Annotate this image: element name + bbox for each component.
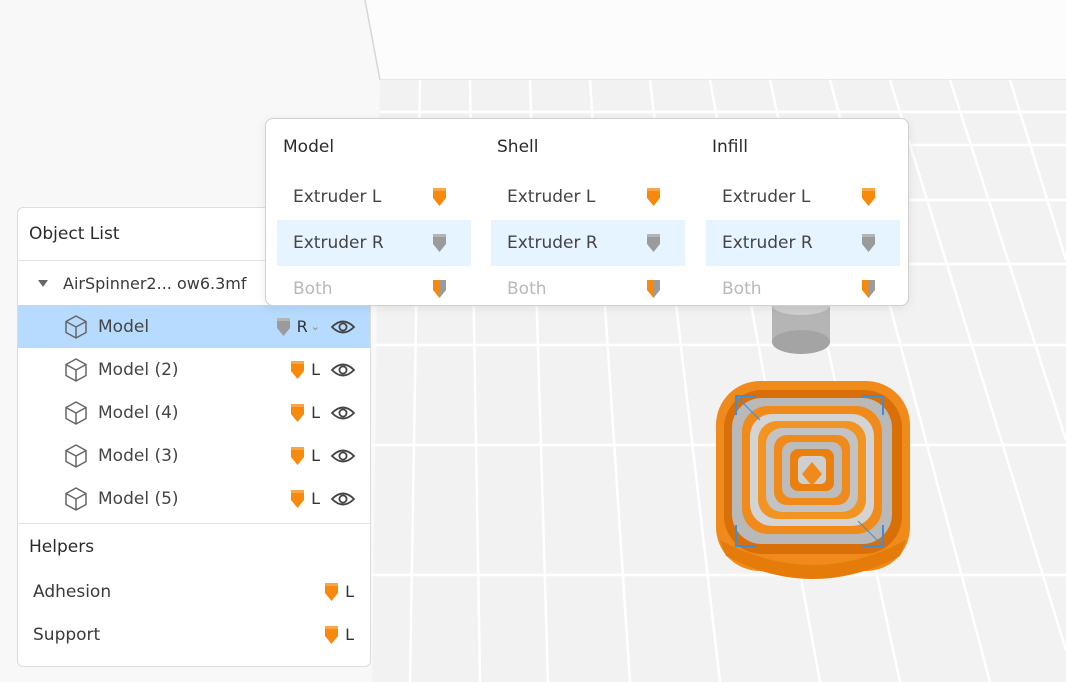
extruder-option[interactable]: Extruder R xyxy=(491,220,685,266)
nozzle-icon xyxy=(291,489,305,508)
air-spinner-model xyxy=(716,381,910,579)
extruder-option[interactable]: Extruder L xyxy=(706,174,900,220)
chevron-down-icon[interactable]: ⌄ xyxy=(311,320,320,333)
cube-icon xyxy=(65,358,87,382)
eye-icon[interactable] xyxy=(330,318,356,336)
extruder-option[interactable]: Both xyxy=(277,266,471,312)
nozzle-icon xyxy=(276,317,290,336)
extruder-letter: L xyxy=(311,489,320,508)
extruder-column: Shell Extruder L Extruder R Both xyxy=(491,119,685,312)
model-name: Model (3) xyxy=(98,445,179,466)
column-title: Model xyxy=(283,137,335,157)
extruder-option[interactable]: Extruder L xyxy=(491,174,685,220)
nozzle-both-icon xyxy=(647,280,660,298)
nozzle-icon xyxy=(291,446,305,465)
nozzle-icon xyxy=(862,188,875,206)
extruder-option[interactable]: Both xyxy=(706,266,900,312)
extruder-letter: L xyxy=(345,582,354,601)
extruder-select[interactable]: L xyxy=(290,489,320,509)
eye-icon[interactable] xyxy=(330,361,356,379)
option-label: Both xyxy=(293,279,333,299)
extruder-letter: L xyxy=(311,403,320,422)
nozzle-icon xyxy=(433,188,446,206)
extruder-column: Model Extruder L Extruder R Both xyxy=(277,119,471,312)
cube-icon xyxy=(65,444,87,468)
extruder-option[interactable]: Extruder R xyxy=(706,220,900,266)
nozzle-icon xyxy=(325,582,339,601)
extruder-select[interactable]: L xyxy=(290,446,320,466)
helper-name: Adhesion xyxy=(33,581,112,602)
extruder-letter: R xyxy=(296,317,308,336)
helpers-title: Helpers xyxy=(18,523,370,570)
eye-icon[interactable] xyxy=(330,447,356,465)
model-row[interactable]: Model (4) L xyxy=(18,391,370,434)
eye-icon[interactable] xyxy=(330,490,356,508)
model-name: Model xyxy=(98,316,150,337)
cube-icon xyxy=(65,487,87,511)
extruder-column: Infill Extruder L Extruder R Both xyxy=(706,119,900,312)
helper-row[interactable]: Support L xyxy=(18,613,370,656)
model-name: Model (2) xyxy=(98,359,179,380)
model-row[interactable]: Model (5) L xyxy=(18,477,370,520)
nozzle-icon xyxy=(325,625,339,644)
cube-icon xyxy=(65,401,87,425)
extruder-popover: Model Extruder L Extruder R Both Shell Extrud… xyxy=(265,118,909,306)
extruder-select[interactable]: L xyxy=(290,360,320,380)
file-name: AirSpinner2... ow6.3mf xyxy=(63,273,247,293)
nozzle-both-icon xyxy=(862,280,875,298)
cube-icon xyxy=(65,315,87,339)
extruder-select[interactable]: L xyxy=(324,582,354,602)
nozzle-icon xyxy=(862,234,875,252)
option-label: Extruder R xyxy=(722,233,813,253)
column-title: Shell xyxy=(497,137,539,157)
extruder-option[interactable]: Both xyxy=(491,266,685,312)
nozzle-icon xyxy=(647,188,660,206)
option-label: Extruder L xyxy=(722,187,811,207)
extruder-letter: L xyxy=(345,625,354,644)
extruder-option[interactable]: Extruder R xyxy=(277,220,471,266)
option-label: Extruder L xyxy=(507,187,596,207)
option-label: Extruder R xyxy=(507,233,598,253)
extruder-letter: L xyxy=(311,446,320,465)
extruder-letter: L xyxy=(311,360,320,379)
option-label: Both xyxy=(722,279,762,299)
model-row[interactable]: Model (2) L xyxy=(18,348,370,391)
column-title: Infill xyxy=(712,137,748,157)
option-label: Both xyxy=(507,279,547,299)
nozzle-icon xyxy=(291,403,305,422)
option-label: Extruder L xyxy=(293,187,382,207)
helper-row[interactable]: Adhesion L xyxy=(18,570,370,613)
nozzle-both-icon xyxy=(433,280,446,298)
model-row[interactable]: Model (3) L xyxy=(18,434,370,477)
model-name: Model (4) xyxy=(98,402,179,423)
option-label: Extruder R xyxy=(293,233,384,253)
nozzle-icon xyxy=(647,234,660,252)
caret-down-icon[interactable] xyxy=(38,279,48,287)
model-name: Model (5) xyxy=(98,488,179,509)
extruder-select[interactable]: R ⌄ xyxy=(276,317,320,337)
extruder-select[interactable]: L xyxy=(290,403,320,423)
extruder-select[interactable]: L xyxy=(324,625,354,645)
extruder-option[interactable]: Extruder L xyxy=(277,174,471,220)
nozzle-icon xyxy=(433,234,446,252)
eye-icon[interactable] xyxy=(330,404,356,422)
nozzle-icon xyxy=(291,360,305,379)
helper-name: Support xyxy=(33,624,101,645)
